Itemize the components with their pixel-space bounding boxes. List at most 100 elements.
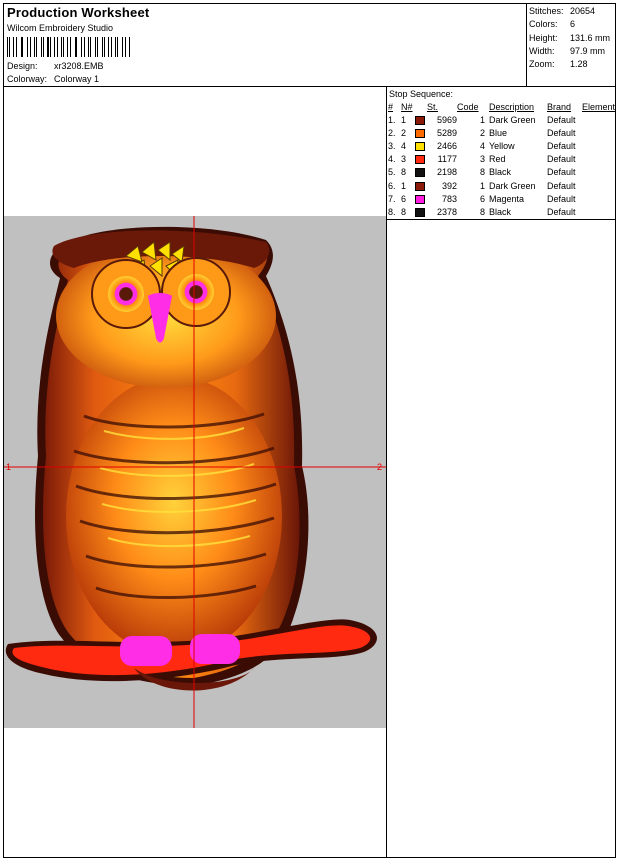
stat-value: 131.6 mm: [570, 32, 611, 43]
row-index: 6.: [388, 180, 396, 191]
column-header-swatch: [415, 101, 427, 113]
barcode-bar: [63, 37, 64, 57]
table-row: 5. 8 2198 8 Black Default: [388, 166, 615, 179]
table-divider: [386, 219, 616, 220]
row-needle: 2: [401, 127, 407, 138]
barcode-bar: [52, 37, 53, 57]
barcode-bar: [107, 37, 109, 57]
row-description: Black: [489, 167, 512, 178]
stat-row: Colors: 6: [529, 18, 610, 31]
barcode-bar: [126, 37, 127, 57]
barcode-bar: [7, 37, 9, 57]
barcode-bar: [11, 37, 13, 57]
row-brand: Default: [547, 193, 576, 204]
colorway-label: Colorway:: [7, 74, 48, 84]
barcode-bar: [61, 37, 63, 57]
stat-value: 20654: [570, 6, 596, 16]
colorway-row: Colorway: Colorway 1: [7, 74, 99, 84]
stats-divider: [526, 3, 527, 87]
row-swatch: [415, 166, 427, 179]
design-label: Design:: [7, 61, 38, 71]
row-index: 3.: [388, 140, 396, 151]
color-swatch: [415, 115, 425, 125]
row-needle: 4: [401, 140, 407, 151]
owl-left-eye: [108, 276, 144, 312]
row-description: Magenta: [489, 193, 525, 204]
row-brand: Default: [547, 140, 576, 151]
barcode: [7, 37, 131, 57]
table-row: 3. 4 2466 4 Yellow Default: [388, 139, 615, 152]
barcode-bar: [43, 37, 44, 57]
software-name: Wilcom Embroidery Studio: [7, 23, 114, 33]
stat-value: 97.9 mm: [570, 45, 606, 56]
row-swatch: [415, 153, 427, 166]
row-index: 5.: [388, 167, 396, 178]
barcode-bar: [106, 37, 107, 57]
row-description: Black: [489, 206, 512, 217]
row-code: 4: [479, 140, 485, 151]
barcode-bar: [112, 37, 114, 57]
row-index: 2.: [388, 127, 396, 138]
row-swatch: [415, 179, 427, 192]
barcode-bar: [53, 37, 55, 57]
row-index: 1.: [388, 114, 396, 125]
stat-row: Zoom: 1.28: [529, 58, 610, 71]
barcode-bar: [69, 37, 71, 57]
table-header-row: # N# St. Code Description Brand Element: [388, 101, 615, 113]
row-code: 1: [479, 114, 485, 125]
row-index: 7.: [388, 193, 396, 204]
row-needle: 8: [401, 167, 407, 178]
row-element: [582, 139, 615, 152]
row-swatch: [415, 139, 427, 152]
barcode-bar: [94, 37, 96, 57]
row-description: Blue: [489, 127, 508, 138]
color-swatch: [415, 168, 425, 178]
column-header: N#: [401, 102, 413, 112]
barcode-bar: [22, 37, 24, 57]
row-index: 4.: [388, 154, 396, 165]
barcode-bar: [44, 37, 46, 57]
barcode-bar: [58, 37, 60, 57]
barcode-bar: [33, 37, 35, 57]
barcode-bar: [88, 37, 89, 57]
barcode-bar: [81, 37, 82, 57]
color-swatch: [415, 181, 425, 191]
axis-marker-right: 2: [377, 462, 382, 472]
barcode-bar: [18, 37, 19, 57]
row-stitches: 5969: [436, 114, 457, 125]
stat-row: Stitches: 20654: [529, 5, 610, 18]
row-description: Red: [489, 154, 506, 165]
barcode-bar: [92, 37, 94, 57]
barcode-bar: [67, 37, 68, 57]
barcode-bar: [71, 37, 73, 57]
row-brand: Default: [547, 167, 576, 178]
colorway-value: Colorway 1: [54, 74, 100, 84]
row-stitches: 2466: [436, 140, 457, 151]
barcode-bar: [47, 37, 49, 57]
row-element: [582, 179, 615, 192]
row-code: 1: [479, 180, 485, 191]
row-code: 2: [479, 127, 485, 138]
barcode-bar: [74, 37, 76, 57]
barcode-bar: [83, 37, 85, 57]
stat-value: 6: [570, 19, 576, 30]
barcode-bar: [124, 37, 126, 57]
design-value: xr3208.EMB: [54, 61, 104, 71]
barcode-bar: [102, 37, 103, 57]
stat-label: Colors:: [529, 19, 558, 30]
table-row: 7. 6 783 6 Magenta Default: [388, 192, 615, 205]
barcode-bar: [128, 37, 130, 57]
barcode-bar: [26, 37, 28, 57]
barcode-bar: [40, 37, 42, 57]
row-needle: 3: [401, 154, 407, 165]
row-brand: Default: [547, 114, 576, 125]
row-element: [582, 126, 615, 139]
row-code: 8: [479, 206, 485, 217]
stop-sequence-table: # N# St. Code Description Brand Element …: [388, 101, 615, 219]
barcode-bar: [38, 37, 40, 57]
row-code: 3: [479, 154, 485, 165]
table-row: 8. 8 2378 8 Black Default: [388, 205, 615, 218]
table-row: 1. 1 5969 1 Dark Green Default: [388, 113, 615, 126]
axis-marker-left: 1: [6, 462, 11, 472]
row-stitches: 783: [441, 193, 457, 204]
